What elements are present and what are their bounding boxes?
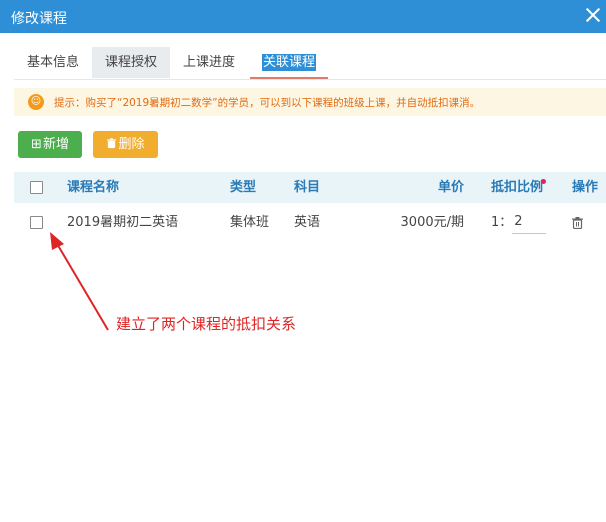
- annotation-arrow: [50, 232, 109, 331]
- annotation-text: 建立了两个课程的抵扣关系: [116, 315, 297, 333]
